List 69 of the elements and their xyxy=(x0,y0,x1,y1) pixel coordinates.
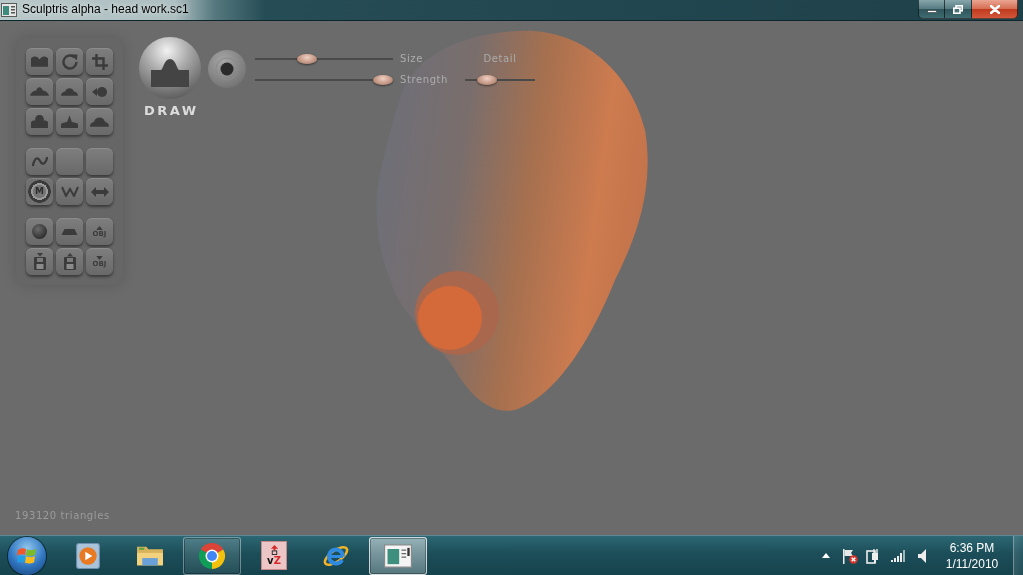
bump-icon xyxy=(31,115,48,128)
restore-button[interactable] xyxy=(945,0,972,19)
taskbar-button[interactable] xyxy=(369,536,427,575)
power-plug-icon[interactable] xyxy=(866,547,880,564)
clock-time: 6:36 PM xyxy=(949,539,995,556)
tool-button[interactable] xyxy=(86,108,113,135)
ring-logo-icon xyxy=(198,542,226,569)
brush-sphere-icon xyxy=(139,37,201,99)
signal-bars-icon[interactable] xyxy=(891,549,905,562)
slider-thumb[interactable] xyxy=(297,54,318,64)
curve-icon xyxy=(31,156,48,167)
arrow-icon xyxy=(96,225,103,230)
tool-button[interactable] xyxy=(26,108,53,135)
tool-button[interactable] xyxy=(56,248,83,275)
tool-button[interactable] xyxy=(26,78,53,105)
peak-icon xyxy=(61,115,78,128)
wide-mound-icon xyxy=(30,87,49,96)
slider-label: Detail xyxy=(483,52,517,66)
floppy-arrow-icon xyxy=(33,253,46,270)
slider-label: Strength xyxy=(400,73,450,87)
up-triangle-icon[interactable] xyxy=(822,553,830,558)
window-icon xyxy=(384,542,412,569)
flag-icon xyxy=(17,546,37,565)
restore-icon xyxy=(953,4,963,14)
tool-button[interactable] xyxy=(26,218,53,245)
tool-button[interactable] xyxy=(56,78,83,105)
tool-button[interactable] xyxy=(26,48,53,75)
disc-dot-icon xyxy=(208,50,246,88)
double-arrow-icon xyxy=(90,186,109,197)
tool-button[interactable] xyxy=(86,78,113,105)
start-button[interactable] xyxy=(8,536,46,575)
clock-date: 1/11/2010 xyxy=(945,555,999,572)
taskbar-button[interactable] xyxy=(183,536,241,575)
close-icon xyxy=(989,4,1000,14)
floppy-arrow-icon xyxy=(63,253,76,270)
slider-thumb[interactable] xyxy=(476,75,497,85)
tool-button[interactable] xyxy=(26,248,53,275)
dome-icon xyxy=(90,116,109,127)
window-title: Sculptris alpha - head work.sc1 xyxy=(22,1,189,18)
blob-arrow-icon xyxy=(92,86,107,97)
brush-name: DRAW xyxy=(142,103,199,119)
zigzag-icon xyxy=(60,186,79,197)
crop-icon xyxy=(91,53,108,70)
taskbar-button[interactable]: vZ xyxy=(245,536,303,575)
minimize-icon xyxy=(926,10,937,13)
app-tile-label: vZ xyxy=(267,556,281,566)
tool-button[interactable] xyxy=(86,48,113,75)
show-desktop-button[interactable] xyxy=(1013,536,1023,575)
minimize-button[interactable] xyxy=(918,0,945,19)
tool-button[interactable] xyxy=(86,178,113,205)
sphere-icon xyxy=(32,224,47,239)
tool-button[interactable] xyxy=(56,218,83,245)
tool-button[interactable] xyxy=(56,108,83,135)
app-icon xyxy=(1,3,17,17)
trapezoid-icon xyxy=(61,228,78,235)
close-button[interactable] xyxy=(972,0,1018,19)
tool-button[interactable] xyxy=(26,148,53,175)
speaker-icon[interactable] xyxy=(918,548,926,563)
arrow-box-icon xyxy=(269,545,279,555)
arrow-icon xyxy=(96,255,103,260)
tool-button[interactable] xyxy=(56,178,83,205)
slider-thumb[interactable] xyxy=(373,75,394,85)
tool-button[interactable]: M xyxy=(26,178,53,205)
rotate-icon xyxy=(61,53,78,70)
slider-label: Size xyxy=(400,52,424,66)
valley-shape-icon xyxy=(31,56,48,67)
flag-x-icon[interactable] xyxy=(842,547,858,564)
mound-icon xyxy=(61,87,78,96)
tool-button[interactable] xyxy=(56,48,83,75)
